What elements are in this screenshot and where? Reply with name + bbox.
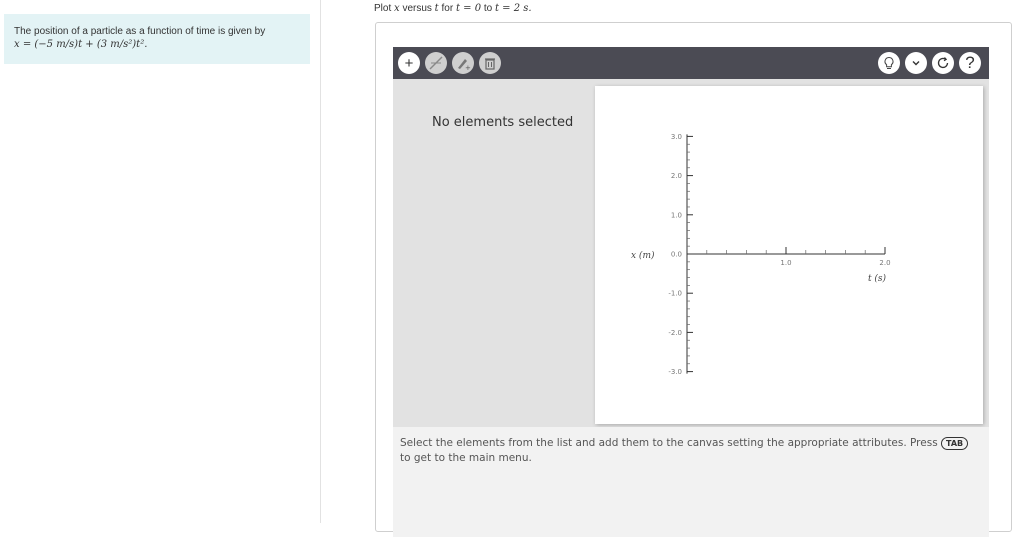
x-axis-title: t (s)	[868, 273, 887, 284]
menu-dropdown-button[interactable]	[905, 52, 927, 74]
y-tick-label: -1.0	[668, 290, 682, 298]
hint-button[interactable]	[878, 52, 900, 74]
line-tool-button[interactable]	[425, 52, 447, 74]
reset-button[interactable]	[932, 52, 954, 74]
hint-text-end: to get to the main menu.	[400, 452, 532, 464]
selection-status: No elements selected	[432, 115, 574, 130]
help-button[interactable]: ?	[959, 52, 981, 74]
point-tool-button[interactable]: +	[452, 52, 474, 74]
hint-text: Select the elements from the list and ad…	[400, 437, 938, 449]
left-pane: The position of a particle as a function…	[0, 0, 321, 523]
point-tool-icon: +	[458, 59, 471, 71]
y-tick-label: 1.0	[671, 211, 682, 219]
instruction-range-start: t = 0	[455, 3, 482, 14]
problem-statement: The position of a particle as a function…	[4, 14, 310, 64]
y-tick-label: -3.0	[668, 368, 682, 376]
line-tool-icon	[429, 56, 443, 70]
add-icon: +	[404, 54, 414, 72]
instruction-range-end: t = 2 s.	[494, 3, 532, 14]
keyboard-hint: Select the elements from the list and ad…	[393, 427, 989, 537]
workspace: No elements selected 3.0 2.0 1.0 0.0 -1.0 -2.…	[393, 79, 989, 427]
help-icon: ?	[965, 53, 975, 72]
svg-text:+: +	[465, 64, 471, 71]
chevron-down-icon	[912, 61, 920, 66]
instruction-var-t: t	[434, 3, 439, 14]
delete-icon	[485, 58, 495, 70]
y-axis-title: x (m)	[631, 250, 655, 261]
toolbar: + + ?	[393, 47, 989, 79]
problem-equation: x = (−5 m/s)t + (3 m/s²)t².	[14, 39, 148, 50]
add-button[interactable]: +	[398, 52, 420, 74]
reset-icon	[937, 57, 949, 69]
instruction-for: for	[441, 3, 454, 14]
graph-canvas[interactable]: 3.0 2.0 1.0 0.0 -1.0 -2.0 -3.0 1.0 2.0 x (m) t (s)	[595, 86, 983, 424]
y-tick-label: 0.0	[671, 251, 682, 259]
instruction-versus: versus	[402, 3, 432, 14]
y-tick-label: 2.0	[671, 172, 682, 180]
x-tick-label: 2.0	[879, 259, 890, 267]
graph-svg[interactable]: 3.0 2.0 1.0 0.0 -1.0 -2.0 -3.0 1.0 2.0 x (m) t (s)	[595, 86, 983, 424]
right-pane: Plot x versus t for t = 0 to t = 2 s. + …	[321, 0, 1024, 537]
hint-icon	[884, 56, 894, 69]
instruction-prefix: Plot	[374, 3, 392, 14]
instruction-var-x: x	[394, 3, 400, 14]
y-tick-label: -2.0	[668, 329, 682, 337]
instruction-to: to	[483, 3, 493, 14]
delete-button[interactable]	[479, 52, 501, 74]
question-instruction: Plot x versus t for t = 0 to t = 2 s.	[374, 3, 532, 14]
y-tick-label: 3.0	[671, 133, 682, 141]
problem-text: The position of a particle as a function…	[14, 26, 266, 37]
x-tick-label: 1.0	[780, 259, 791, 267]
tab-key-badge: TAB	[941, 437, 969, 450]
graphing-tool: + + ? No elements selected 3.0 2.0 1.0 0…	[375, 22, 1012, 537]
